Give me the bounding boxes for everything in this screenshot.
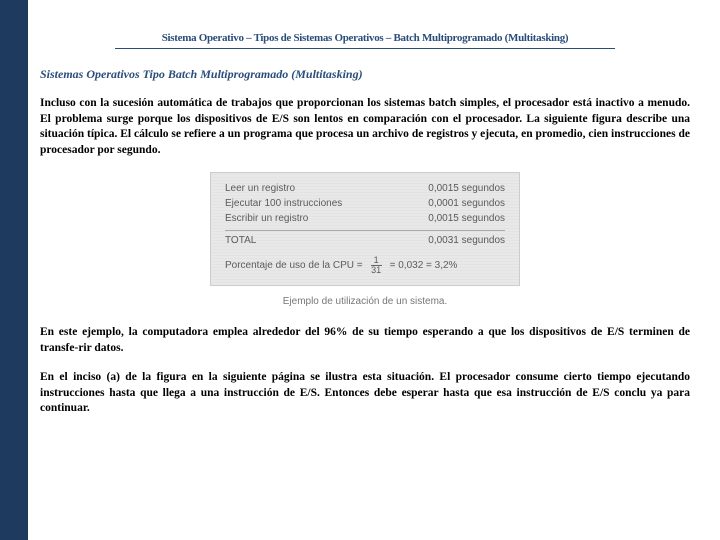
- figure-row-label: Leer un registro: [225, 183, 295, 194]
- figure-row: Ejecutar 100 instrucciones 0,0001 segund…: [225, 198, 505, 209]
- breadcrumb-underline: [115, 48, 615, 49]
- figure-total-value: 0,0031 segundos: [428, 235, 505, 246]
- page-content: Sistema Operativo – Tipos de Sistemas Op…: [40, 32, 690, 431]
- paragraph-followup: En el inciso (a) de la figura en la sigu…: [40, 370, 690, 417]
- paragraph-intro: Incluso con la sucesión automática de tr…: [40, 96, 690, 158]
- figure-container: Leer un registro 0,0015 segundos Ejecuta…: [40, 172, 690, 307]
- side-accent-bar: [0, 0, 28, 540]
- figure-row: Escribir un registro 0,0015 segundos: [225, 213, 505, 224]
- figure-fraction: 1 31: [371, 256, 382, 275]
- section-subtitle: Sistemas Operativos Tipo Batch Multiprog…: [40, 67, 690, 82]
- figure-total-row: TOTAL 0,0031 segundos: [225, 230, 505, 246]
- paragraph-example: En este ejemplo, la computadora emplea a…: [40, 325, 690, 356]
- figure-row-label: Escribir un registro: [225, 213, 308, 224]
- cpu-usage-figure: Leer un registro 0,0015 segundos Ejecuta…: [210, 172, 520, 286]
- figure-row-label: Ejecutar 100 instrucciones: [225, 198, 342, 209]
- figure-total-label: TOTAL: [225, 235, 256, 246]
- figure-caption: Ejemplo de utilización de un sistema.: [40, 296, 690, 307]
- figure-pct-label: Porcentaje de uso de la CPU =: [225, 260, 363, 271]
- figure-row-value: 0,0001 segundos: [428, 198, 505, 209]
- figure-row-value: 0,0015 segundos: [428, 183, 505, 194]
- fraction-denominator: 31: [371, 266, 381, 275]
- figure-pct-result: = 0,032 = 3,2%: [390, 260, 458, 271]
- figure-row: Leer un registro 0,0015 segundos: [225, 183, 505, 194]
- figure-row-value: 0,0015 segundos: [428, 213, 505, 224]
- breadcrumb: Sistema Operativo – Tipos de Sistemas Op…: [40, 32, 690, 44]
- figure-percentage-row: Porcentaje de uso de la CPU = 1 31 = 0,0…: [225, 256, 505, 275]
